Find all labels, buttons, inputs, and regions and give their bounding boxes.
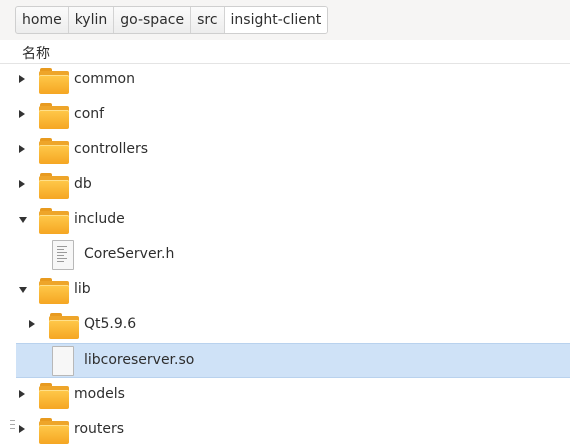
breadcrumb-item-insight-client[interactable]: insight-client (224, 7, 328, 33)
breadcrumb: home kylin go-space src insight-client (15, 6, 329, 34)
text-file-icon (52, 240, 74, 270)
folder-icon (39, 103, 69, 129)
folder-row[interactable]: db (16, 168, 570, 203)
breadcrumb-item-go-space[interactable]: go-space (114, 7, 192, 33)
folder-row[interactable]: include (16, 203, 570, 238)
breadcrumb-item-src[interactable]: src (191, 7, 225, 33)
file-name: Qt5.9.6 (84, 316, 137, 332)
folder-icon (39, 418, 69, 444)
folder-row[interactable]: conf (16, 98, 570, 133)
file-row[interactable]: CoreServer.h (16, 238, 570, 273)
file-row[interactable]: libcoreserver.so (16, 343, 570, 378)
expander-collapsed-icon[interactable] (19, 425, 25, 433)
folder-icon (39, 383, 69, 409)
file-manager-window: home kylin go-space src insight-client 名称 co… (0, 0, 570, 445)
breadcrumb-item-home[interactable]: home (16, 7, 69, 33)
file-icon (52, 346, 74, 376)
file-name: include (74, 211, 125, 227)
column-header-name[interactable]: 名称 (0, 40, 570, 64)
folder-icon (49, 313, 79, 339)
folder-icon (39, 173, 69, 199)
expander-collapsed-icon[interactable] (19, 110, 25, 118)
file-name: lib (74, 281, 91, 297)
expander-collapsed-icon[interactable] (19, 145, 25, 153)
file-name: CoreServer.h (84, 246, 175, 262)
file-name: models (74, 386, 125, 402)
file-name: libcoreserver.so (84, 352, 195, 368)
resize-grip-icon[interactable] (10, 420, 15, 429)
folder-row[interactable]: controllers (16, 133, 570, 168)
folder-row[interactable]: models (16, 378, 570, 413)
folder-icon (39, 68, 69, 94)
file-name: db (74, 176, 92, 192)
file-name: common (74, 71, 135, 87)
folder-row[interactable]: common (16, 63, 570, 98)
expander-collapsed-icon[interactable] (19, 180, 25, 188)
column-header-label: 名称 (22, 46, 50, 62)
path-bar: home kylin go-space src insight-client (0, 0, 570, 40)
expander-collapsed-icon[interactable] (29, 320, 35, 328)
file-name: conf (74, 106, 105, 122)
folder-icon (39, 278, 69, 304)
expander-collapsed-icon[interactable] (19, 390, 25, 398)
file-name: controllers (74, 141, 149, 157)
expander-expanded-icon[interactable] (19, 287, 27, 293)
folder-row[interactable]: routers (16, 413, 570, 445)
folder-row[interactable]: lib (16, 273, 570, 308)
expander-collapsed-icon[interactable] (19, 75, 25, 83)
folder-icon (39, 138, 69, 164)
folder-icon (39, 208, 69, 234)
folder-row[interactable]: Qt5.9.6 (16, 308, 570, 343)
breadcrumb-item-kylin[interactable]: kylin (69, 7, 115, 33)
expander-expanded-icon[interactable] (19, 217, 27, 223)
file-name: routers (74, 421, 125, 437)
